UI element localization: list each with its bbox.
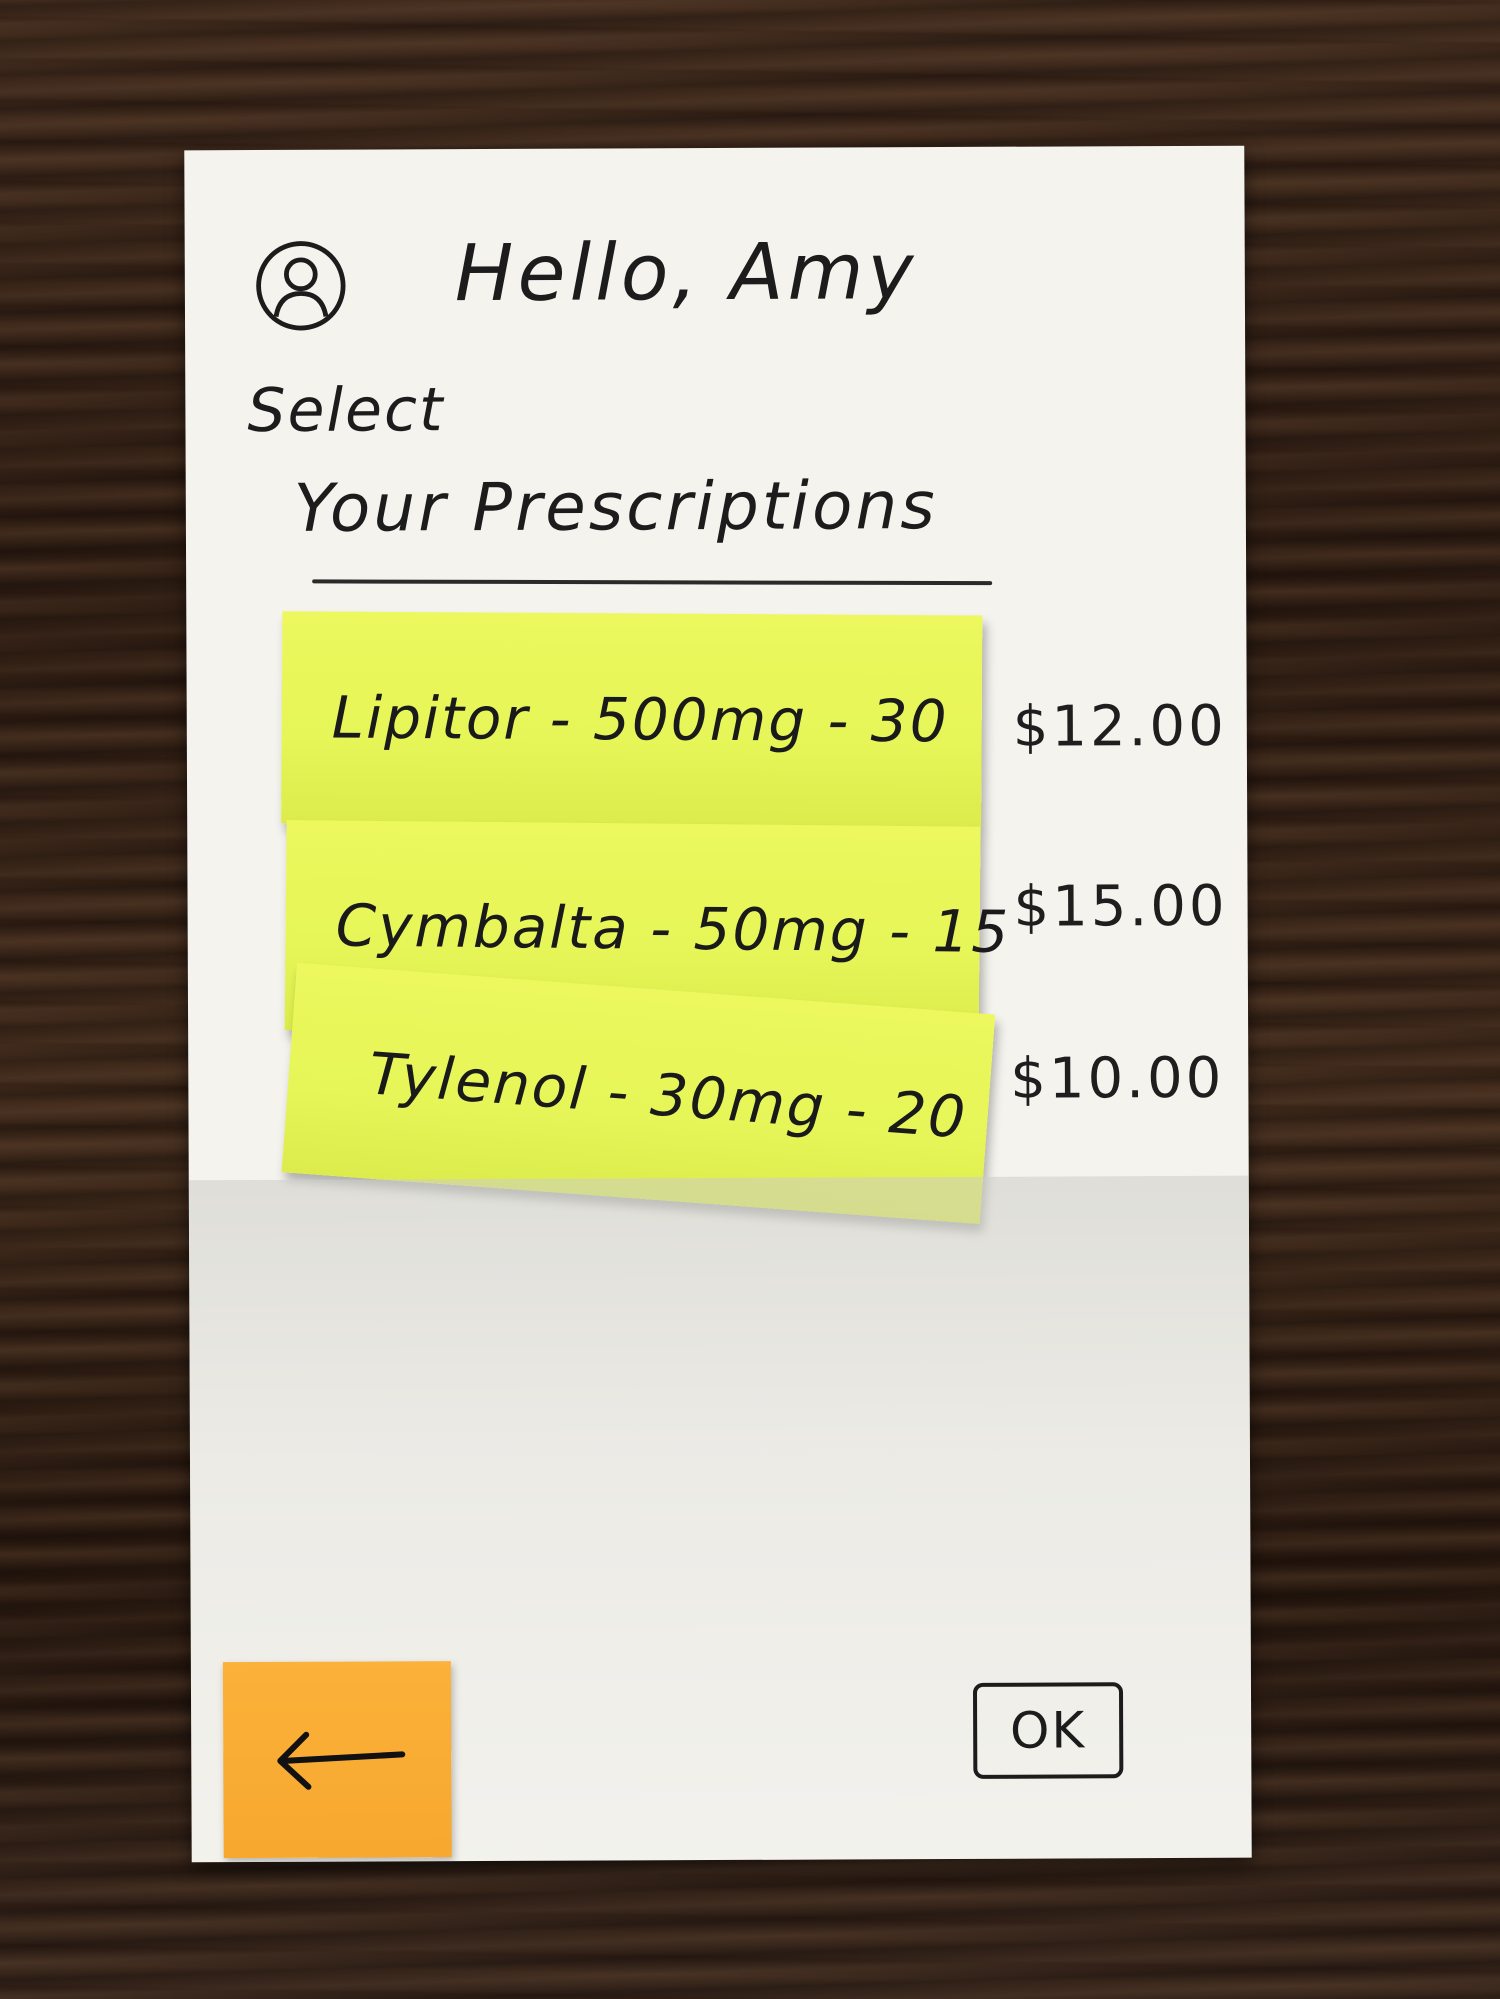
back-button[interactable] [222, 1661, 452, 1859]
price-tylenol: $10.00 [1010, 1045, 1225, 1112]
prescription-label: Tylenol - 30mg - 20 [366, 1039, 970, 1152]
prescription-item-lipitor[interactable]: Lipitor - 500mg - 30 [281, 611, 983, 828]
prescription-label: Lipitor - 500mg - 30 [331, 683, 949, 756]
prescription-label: Cymbalta - 50mg - 15 [335, 891, 1011, 966]
select-label: Select [247, 375, 445, 447]
price-cymbalta: $15.00 [1013, 873, 1228, 940]
ok-button[interactable]: OK [972, 1682, 1124, 1779]
arrow-left-icon [277, 1731, 406, 1790]
section-title: Your Prescriptions [293, 467, 938, 547]
greeting-text: Hello, Amy [454, 227, 918, 320]
price-lipitor: $12.00 [1012, 693, 1227, 760]
title-underline [312, 579, 993, 586]
paper-prototype-screen: Hello, Amy Select Your Prescriptions $12… [184, 145, 1252, 1863]
user-avatar-icon [256, 241, 346, 331]
